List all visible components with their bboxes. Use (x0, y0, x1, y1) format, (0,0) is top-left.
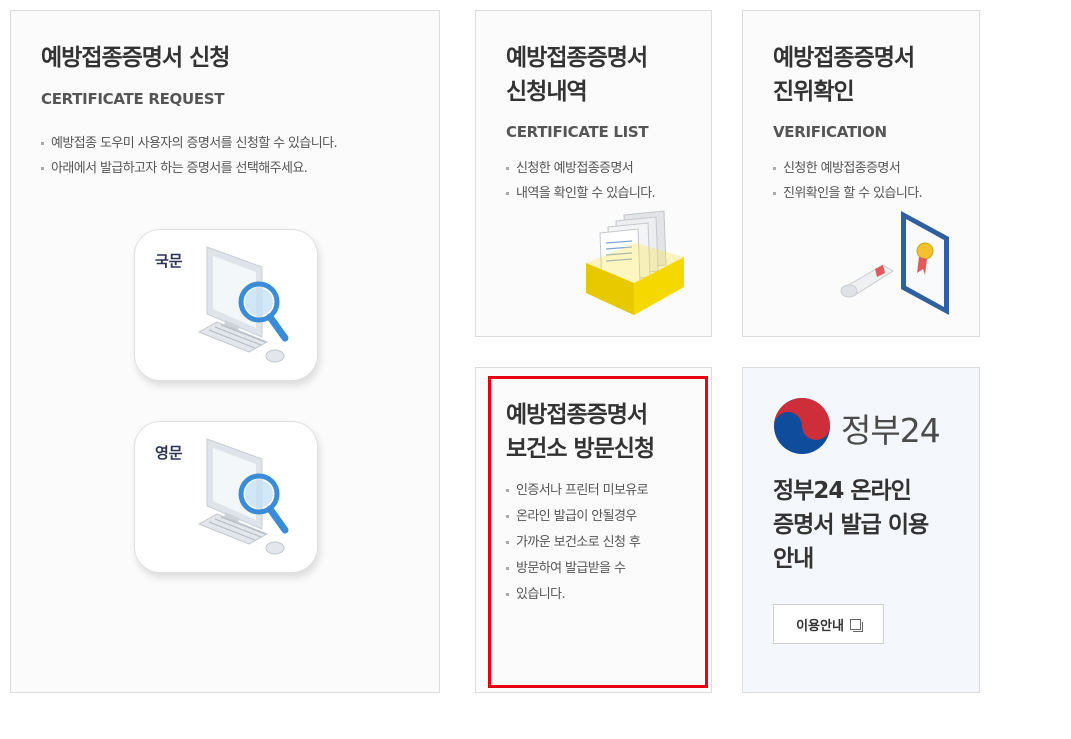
visit-title-line-2: 보건소 방문신청 (506, 436, 655, 462)
visit-title-line-1: 예방접종증명서 (506, 402, 648, 428)
request-bullet-2: 아래에서 발급하고자 하는 증명서를 선택해주세요. (41, 156, 337, 181)
usage-guide-label: 이용안내 (796, 618, 844, 634)
verify-bullet-line-2: 진위확인을 할 수 있습니다. (773, 181, 923, 206)
copy-icon (849, 618, 863, 632)
visit-bullet-line-4: 방문하여 발급받을 수 (506, 556, 686, 582)
visit-bullets: 인증서나 프린터 미보유로 온라인 발급이 안될경우 가까운 보건소로 신청 후… (506, 478, 686, 608)
visit-bullet-line-5: 있습니다. (506, 582, 686, 608)
gov24-title-line-3: 안내 (773, 546, 814, 572)
verify-title: 예방접종증명서 진위확인 (773, 41, 915, 109)
verify-subtitle: VERIFICATION (773, 123, 887, 141)
computer-search-icon (197, 246, 289, 363)
list-bullet-line-2: 내역을 확인할 수 있습니다. (506, 181, 656, 206)
verify-title-line-2: 진위확인 (773, 79, 855, 105)
request-subtitle: CERTIFICATE REQUEST (41, 90, 225, 108)
list-title-line-2: 신청내역 (506, 79, 588, 105)
visit-bullet-line-3: 가까운 보건소로 신청 후 (506, 530, 686, 556)
verify-bullet-line-1: 신청한 예방접종증명서 (773, 156, 922, 181)
verify-bullets: 신청한 예방접종증명서 진위확인을 할 수 있습니다. (773, 156, 923, 206)
english-certificate-button[interactable]: 영문 (134, 421, 318, 573)
list-subtitle: CERTIFICATE LIST (506, 123, 649, 141)
request-title: 예방접종증명서 신청 (41, 45, 230, 71)
request-bullet-1: 예방접종 도우미 사용자의 증명서를 신청할 수 있습니다. (41, 131, 338, 156)
usage-guide-button[interactable]: 이용안내 (773, 604, 884, 644)
verification-card[interactable]: 예방접종증명서 진위확인 VERIFICATION 신청한 예방접종증명서 진위… (742, 10, 980, 337)
health-center-visit-card[interactable]: 예방접종증명서 보건소 방문신청 인증서나 프린터 미보유로 온라인 발급이 안… (475, 367, 712, 693)
taegeuk-logo-icon (774, 398, 830, 454)
gov24-card: 정부24 정부24 온라인 증명서 발급 이용 안내 이용안내 (742, 367, 980, 693)
certificate-request-card: 예방접종증명서 신청 CERTIFICATE REQUEST 예방접종 도우미 … (10, 10, 440, 693)
gov24-title: 정부24 온라인 증명서 발급 이용 안내 (773, 474, 963, 576)
korean-certificate-button[interactable]: 국문 (134, 229, 318, 381)
gov24-title-line-1: 정부24 온라인 (773, 478, 912, 504)
visit-bullet-line-1: 인증서나 프린터 미보유로 (506, 478, 686, 504)
list-bullet-line-1: 신청한 예방접종증명서 (506, 156, 655, 181)
list-title-line-1: 예방접종증명서 (506, 45, 648, 71)
certificate-list-card[interactable]: 예방접종증명서 신청내역 CERTIFICATE LIST 신청한 예방접종증명… (475, 10, 712, 337)
visit-title: 예방접종증명서 보건소 방문신청 (506, 398, 655, 466)
request-bullets: 예방접종 도우미 사용자의 증명서를 신청할 수 있습니다. 아래에서 발급하고… (41, 131, 338, 181)
certificate-scroll-icon (840, 211, 949, 315)
document-box-icon (586, 210, 684, 315)
verify-title-line-1: 예방접종증명서 (773, 45, 915, 71)
list-bullets: 신청한 예방접종증명서 내역을 확인할 수 있습니다. (506, 156, 656, 206)
computer-search-icon (197, 438, 289, 555)
gov24-title-line-2: 증명서 발급 이용 (773, 512, 929, 538)
list-title: 예방접종증명서 신청내역 (506, 41, 648, 109)
gov24-brand: 정부24 (841, 411, 941, 450)
visit-bullet-line-2: 온라인 발급이 안될경우 (506, 504, 686, 530)
